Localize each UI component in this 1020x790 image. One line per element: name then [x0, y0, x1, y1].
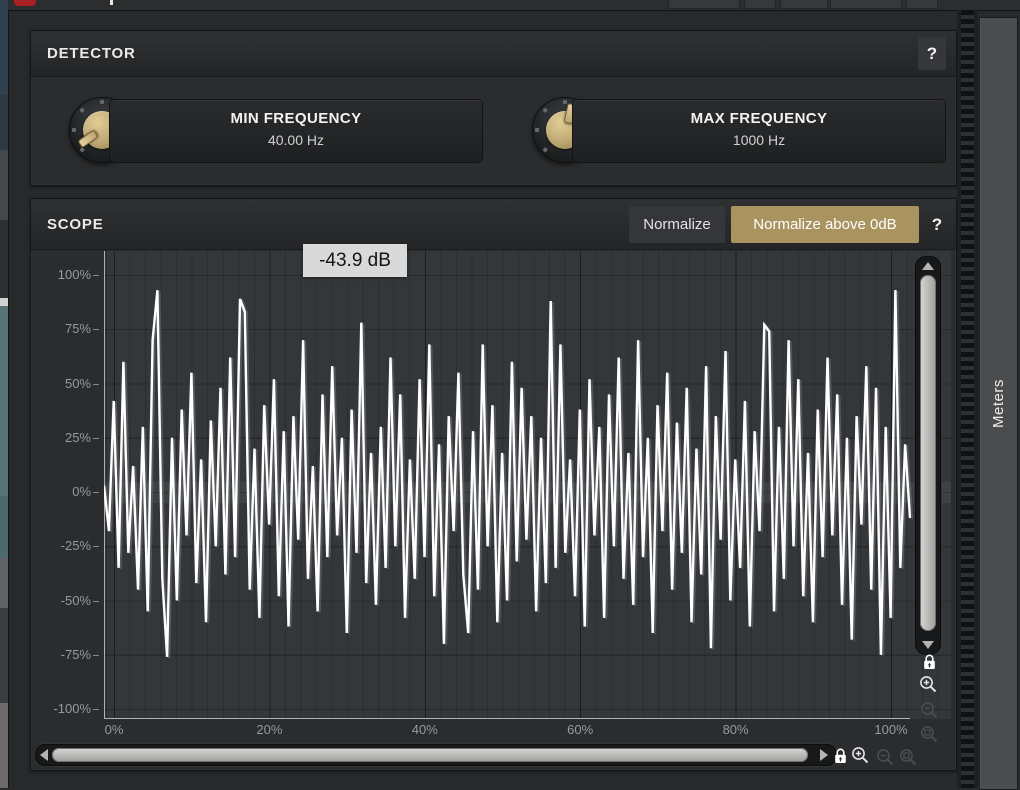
- y-axis-tick-mark: [93, 709, 99, 710]
- y-lock-icon[interactable]: [923, 654, 936, 670]
- y-axis-tick-label: 0%: [72, 484, 91, 499]
- max-frequency-value-panel[interactable]: MAX FREQUENCY 1000 Hz: [572, 99, 946, 163]
- x-lock-icon[interactable]: [834, 748, 847, 764]
- toolbar-button-fragment[interactable]: [780, 0, 828, 9]
- detector-panel-header: DETECTOR ?: [31, 31, 956, 77]
- y-axis-tick-label: 25%: [65, 430, 91, 445]
- y-axis-tick-mark: [93, 601, 99, 602]
- max-frequency-value: 1000 Hz: [573, 132, 945, 148]
- x-axis-tick-label: 0%: [79, 722, 149, 737]
- toolbar-button-fragment[interactable]: [744, 0, 776, 9]
- knob-tick-dot: [79, 107, 85, 113]
- y-axis-tick-label: -75%: [61, 647, 91, 662]
- detector-panel-title: DETECTOR: [47, 31, 136, 76]
- x-axis-ticks: 0%20%40%60%80%100%: [104, 722, 951, 740]
- vertical-scrollbar-thumb[interactable]: [920, 275, 936, 631]
- y-zoom-out-icon[interactable]: [920, 701, 939, 720]
- vertical-scrollbar[interactable]: [915, 256, 941, 655]
- normalize-above-0db-button[interactable]: Normalize above 0dB: [731, 206, 919, 243]
- y-axis-tick-mark: [93, 492, 99, 493]
- y-axis-tick-label: -50%: [61, 593, 91, 608]
- knob-tick-dot: [535, 128, 539, 132]
- x-axis-tick-label: 40%: [390, 722, 460, 737]
- x-zoom-out-icon[interactable]: [876, 748, 895, 767]
- horizontal-scrollbar-thumb[interactable]: [52, 748, 808, 762]
- scroll-up-arrow-icon[interactable]: [922, 262, 934, 270]
- y-axis-tick-label: -25%: [61, 538, 91, 553]
- knob-tick-dot: [100, 100, 104, 104]
- x-zoom-reset-icon[interactable]: [899, 748, 918, 767]
- knob-tick-dot: [542, 107, 548, 113]
- toolbar-fragment: [8, 0, 1020, 11]
- plugin-logo-fragment: [14, 0, 36, 6]
- y-axis-tick-mark: [93, 438, 99, 439]
- x-axis-tick-label: 60%: [545, 722, 615, 737]
- scope-panel-title: SCOPE: [47, 199, 104, 249]
- scope-panel: SCOPE Normalize Normalize above 0dB ? 10…: [30, 198, 957, 771]
- scroll-right-arrow-icon[interactable]: [820, 749, 828, 761]
- y-zoom-in-icon[interactable]: [919, 675, 938, 694]
- scroll-down-arrow-icon[interactable]: [922, 641, 934, 649]
- background-window-sliver: [0, 0, 9, 788]
- horizontal-scrollbar[interactable]: [35, 744, 837, 766]
- y-axis-tick-mark: [93, 329, 99, 330]
- detector-help-button[interactable]: ?: [918, 37, 946, 70]
- x-axis-tick-label: 80%: [701, 722, 771, 737]
- y-axis-tick-label: 100%: [58, 267, 91, 282]
- y-axis-tick-mark: [93, 275, 99, 276]
- meters-side-tab[interactable]: Meters: [979, 17, 1018, 790]
- y-axis-tick-label: -100%: [53, 701, 91, 716]
- knob-tick-dot: [542, 147, 548, 153]
- detector-panel: DETECTOR ? MIN FREQUENCY 40.00 Hz MAX FR…: [30, 30, 957, 186]
- y-zoom-reset-icon[interactable]: [920, 725, 939, 744]
- x-axis-tick-label: 20%: [234, 722, 304, 737]
- scope-panel-header: SCOPE Normalize Normalize above 0dB ?: [31, 199, 956, 250]
- y-axis-ticks: 100% 75% 50% 25% 0% -25% -50% -75% -100%: [41, 251, 99, 719]
- toolbar-button-fragment[interactable]: [668, 0, 740, 9]
- min-frequency-label: MIN FREQUENCY: [110, 110, 482, 127]
- toolbar-button-fragment[interactable]: [906, 0, 938, 9]
- toolbar-button-fragment[interactable]: [830, 0, 902, 9]
- x-axis-tick-label: 100%: [856, 722, 926, 737]
- meters-tab-label: Meters: [980, 18, 1017, 789]
- toolbar-dot: [110, 0, 113, 5]
- min-frequency-value-panel[interactable]: MIN FREQUENCY 40.00 Hz: [109, 99, 483, 163]
- scope-help-button[interactable]: ?: [924, 206, 950, 243]
- knob-tick-dot: [72, 128, 76, 132]
- y-axis-tick-label: 50%: [65, 376, 91, 391]
- y-axis-tick-mark: [93, 384, 99, 385]
- panel-grip-strip: [957, 10, 978, 788]
- waveform-trace: [104, 251, 911, 719]
- y-axis-tick-label: 75%: [65, 321, 91, 336]
- y-axis-tick-mark: [93, 655, 99, 656]
- normalize-button[interactable]: Normalize: [629, 206, 725, 243]
- value-tooltip: -43.9 dB: [303, 244, 407, 277]
- x-zoom-in-icon[interactable]: [851, 746, 870, 765]
- min-frequency-value: 40.00 Hz: [110, 132, 482, 148]
- y-axis-tick-mark: [93, 546, 99, 547]
- scroll-left-arrow-icon[interactable]: [40, 749, 48, 761]
- max-frequency-label: MAX FREQUENCY: [573, 110, 945, 127]
